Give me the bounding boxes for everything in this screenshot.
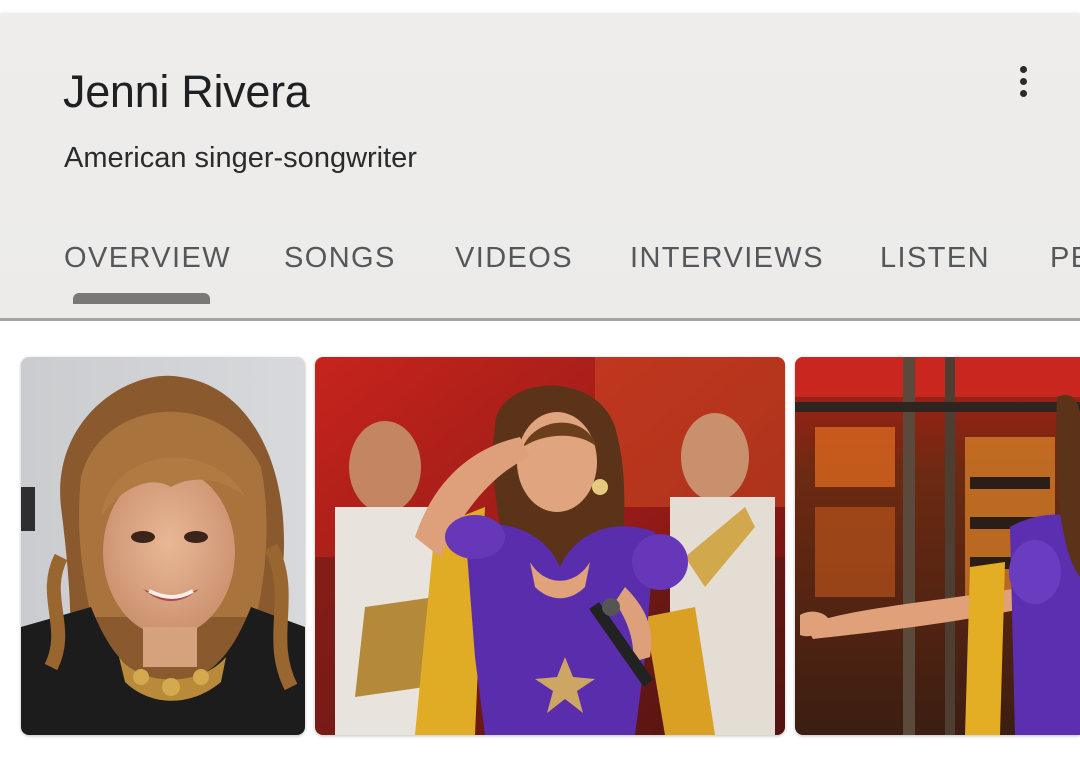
portrait-image bbox=[21, 357, 305, 735]
tab-songs[interactable]: SONGS bbox=[284, 242, 396, 275]
performance-image bbox=[315, 357, 785, 735]
tab-overview[interactable]: OVERVIEW bbox=[64, 242, 231, 275]
more-options-button[interactable] bbox=[1004, 60, 1044, 104]
panel-subtitle: American singer-songwriter bbox=[64, 142, 417, 174]
knowledge-panel-header: Jenni Rivera American singer-songwriter … bbox=[0, 14, 1080, 318]
tab-videos[interactable]: VIDEOS bbox=[455, 242, 573, 275]
image-carousel bbox=[0, 321, 1080, 767]
panel-title: Jenni Rivera bbox=[63, 66, 310, 117]
stage-image bbox=[795, 357, 1080, 735]
tab-bar: OVERVIEW SONGS VIDEOS INTERVIEWS LISTEN … bbox=[0, 236, 1080, 286]
tab-interviews[interactable]: INTERVIEWS bbox=[630, 242, 824, 275]
tab-people-also-search[interactable]: PEOPLE ALSO SEARCH FOR bbox=[1050, 242, 1080, 275]
image-thumbnail-stage[interactable] bbox=[795, 357, 1080, 735]
tab-listen[interactable]: LISTEN bbox=[880, 242, 990, 275]
top-strip bbox=[0, 0, 1080, 14]
image-thumbnail-performance[interactable] bbox=[315, 357, 785, 735]
selected-tab-indicator bbox=[73, 293, 210, 304]
image-thumbnail-portrait[interactable] bbox=[21, 357, 305, 735]
